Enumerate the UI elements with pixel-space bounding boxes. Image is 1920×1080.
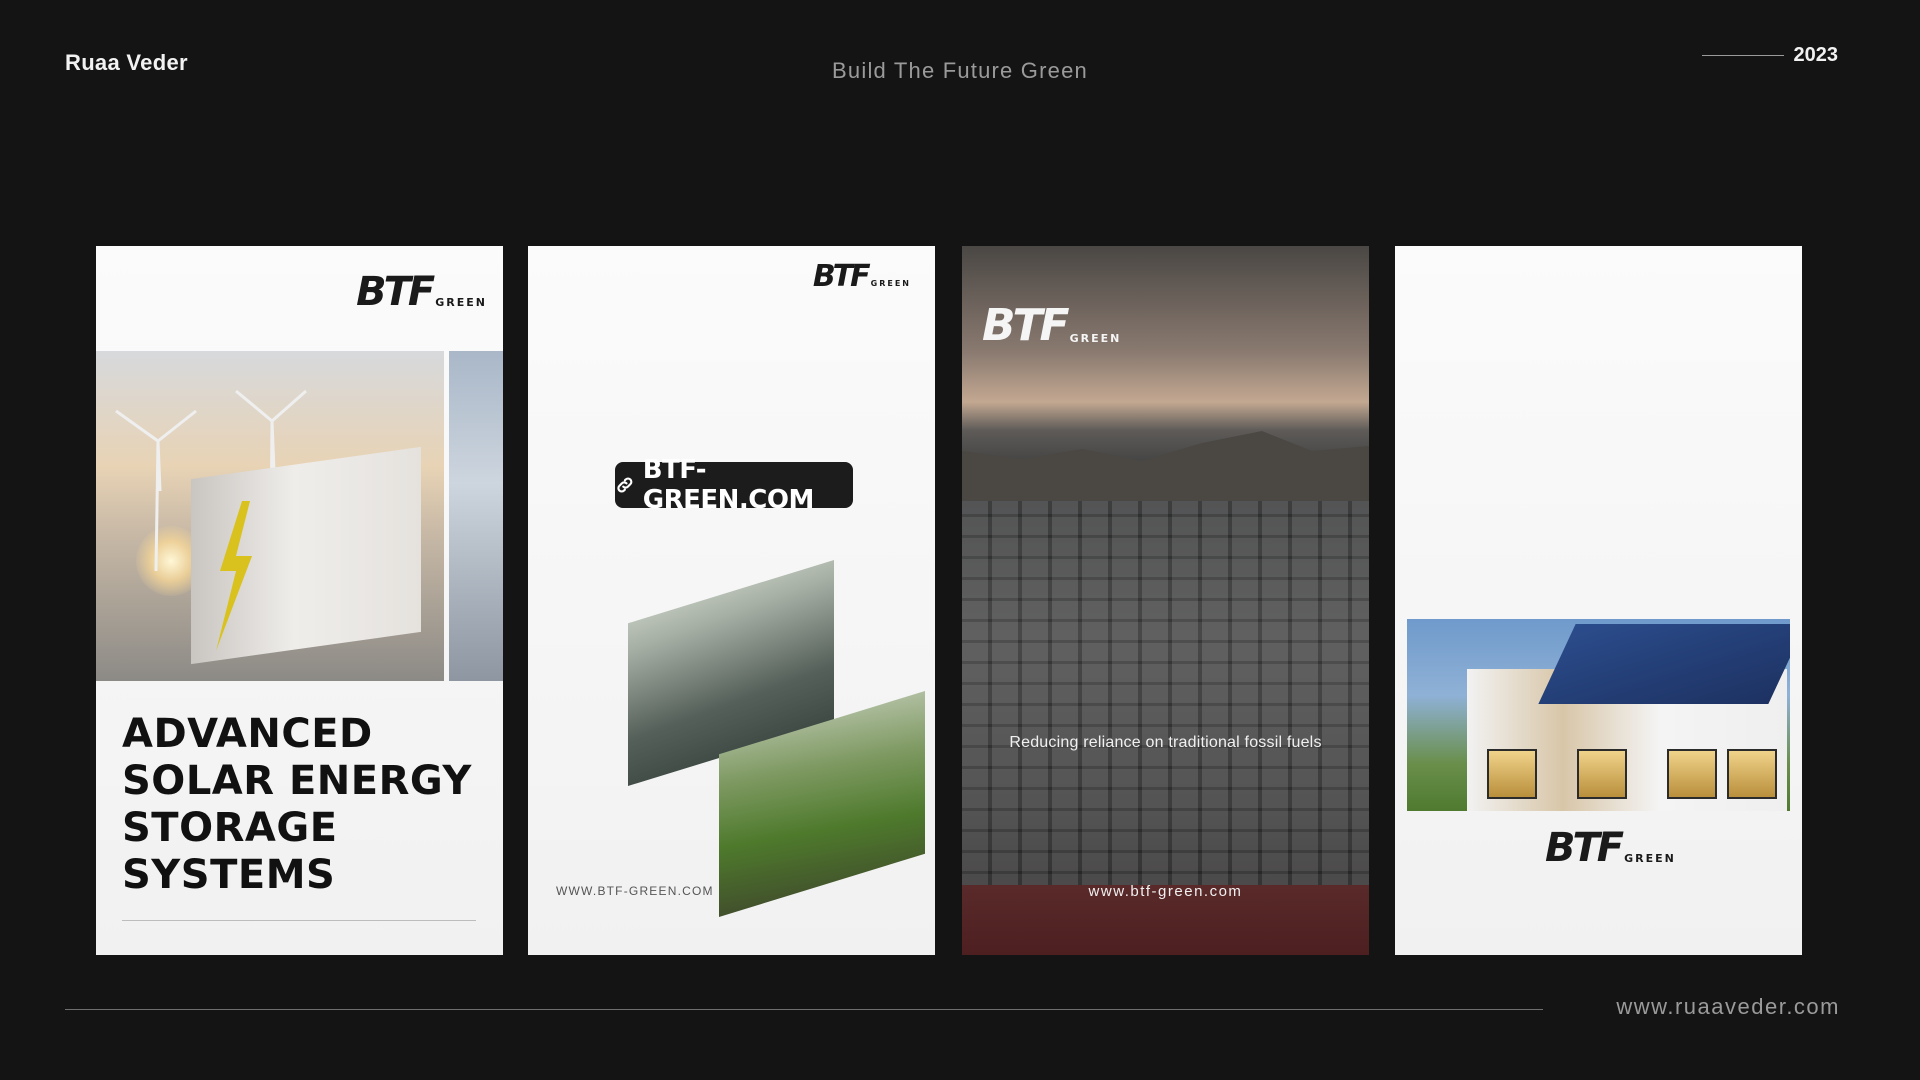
logo-sub: GREEN [435, 296, 487, 309]
btf-green-logo: BTF GREEN [813, 262, 911, 292]
story-card-1[interactable]: BTF GREEN ADVANCED SOLAR ENERGY STORAGE … [96, 246, 503, 955]
energy-storage-photo [96, 351, 444, 681]
solar-house-photo [1407, 619, 1790, 811]
logo-sub: GREEN [1069, 332, 1122, 345]
logo-sub: GREEN [870, 279, 911, 288]
story-card-3[interactable]: BTF GREEN Reducing reliance on tradition… [962, 246, 1369, 955]
btf-green-logo: BTF GREEN [356, 272, 487, 312]
house-window [1667, 749, 1717, 799]
mountain-silhouette [962, 431, 1369, 501]
house-window [1727, 749, 1777, 799]
card-headline: ADVANCED SOLAR ENERGY STORAGE SYSTEMS [122, 711, 472, 898]
side-photo-strip [449, 351, 503, 681]
card-caption: Reducing reliance on traditional fossil … [1009, 734, 1322, 751]
year-group: 2023 [1701, 44, 1839, 67]
logo-mark: BTF [356, 269, 435, 315]
btf-green-logo: BTF GREEN [982, 304, 1121, 348]
card-url[interactable]: WWW.BTF-GREEN.COM [556, 884, 714, 898]
footer-divider [65, 1009, 1543, 1010]
year-divider [1701, 55, 1784, 56]
card-url[interactable]: www.btf-green.com [962, 883, 1369, 900]
logo-sub: GREEN [1624, 852, 1676, 865]
year-label: 2023 [1793, 44, 1839, 66]
story-card-4[interactable]: BTF GREEN [1395, 246, 1802, 955]
house-window [1577, 749, 1627, 799]
solar-roof [1538, 624, 1790, 704]
logo-mark: BTF [1545, 825, 1624, 871]
story-card-2[interactable]: BTF GREEN BTF-GREEN.COM WWW.BTF-GREEN.CO… [528, 246, 935, 955]
tagline: Build The Future Green [832, 58, 1088, 83]
website-link-chip[interactable]: BTF-GREEN.COM [615, 455, 853, 515]
link-chip-label: BTF-GREEN.COM [642, 455, 815, 515]
link-icon [617, 477, 633, 493]
lightning-bolt-icon [216, 501, 252, 651]
logo-mark: BTF [812, 259, 871, 294]
headline-rule [122, 920, 476, 921]
btf-green-logo: BTF GREEN [1545, 828, 1676, 868]
footer-website-link[interactable]: www.ruaaveder.com [1616, 994, 1840, 1020]
house-window [1487, 749, 1537, 799]
logo-mark: BTF [982, 300, 1070, 351]
